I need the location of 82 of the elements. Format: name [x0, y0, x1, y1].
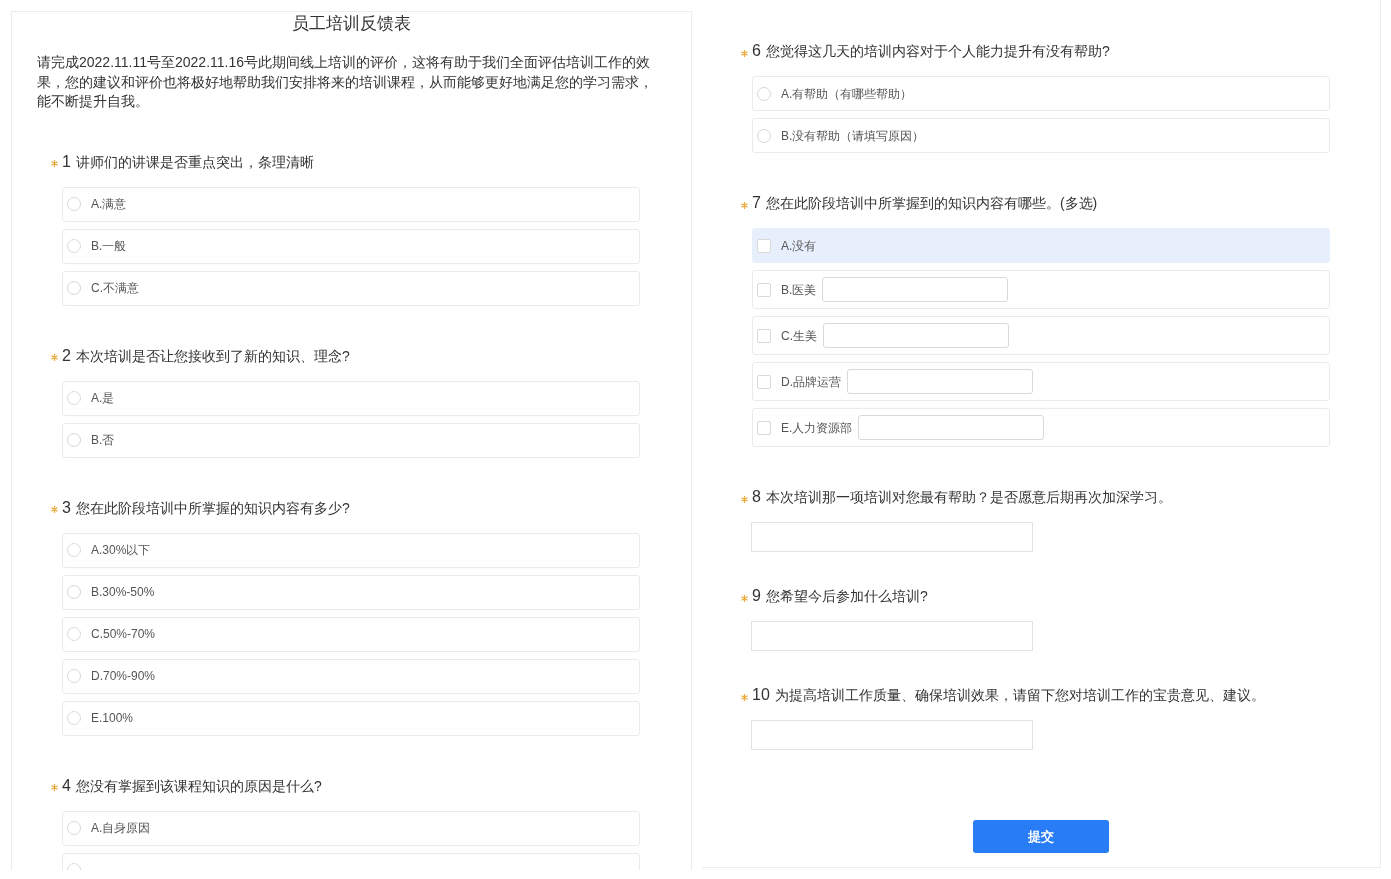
question-title: 您在此阶段培训中所掌握到的知识内容有哪些。(多选) [765, 194, 1098, 213]
checkbox[interactable] [757, 328, 771, 343]
option-label: E.人力资源部 [781, 419, 853, 436]
radio-button[interactable] [67, 239, 81, 253]
question-title: 您在此阶段培训中所掌握的知识内容有多少? [75, 498, 350, 518]
option-row[interactable]: B.否 [62, 422, 640, 458]
checkbox[interactable] [757, 374, 771, 389]
checkbox[interactable] [757, 238, 771, 253]
option-label: B.一般 [91, 238, 127, 254]
checkbox[interactable] [757, 282, 771, 297]
radio-button[interactable] [67, 821, 81, 835]
radio-button[interactable] [67, 281, 81, 295]
option-label: A.没有 [781, 237, 817, 254]
option-row[interactable]: E.人力资源部 [752, 408, 1330, 447]
option-text-field[interactable] [847, 369, 1033, 394]
question-number: 6 [752, 41, 761, 61]
option-label: B.没有帮助（请填写原因） [781, 127, 925, 144]
form-description: 请完成2022.11.11号至2022.11.16号此期间线上培训的评价，这将有助于我们全面评估培训工作的效果，您的建议和评价也将极好地帮助我们安排将来的培训课程，从而能够更好地满足您的学习需求，能不断提升自我。 [37, 53, 654, 111]
question-title: 您觉得这几天的培训内容对于个人能力提升有没有帮助? [765, 42, 1110, 61]
question-number: 7 [752, 193, 761, 213]
option-label: E.100% [91, 710, 134, 726]
option-row[interactable]: B.医美 [752, 270, 1330, 309]
question-number: 1 [62, 151, 71, 172]
radio-button[interactable] [67, 711, 81, 725]
question-title: 您没有掌握到该课程知识的原因是什么? [75, 776, 322, 796]
option-row[interactable]: A.是 [62, 380, 640, 416]
option-label: D.品牌运营 [781, 373, 841, 390]
option-label: B.否 [91, 432, 115, 448]
radio-button[interactable] [67, 627, 81, 641]
question-number: 9 [752, 586, 761, 606]
option-row[interactable]: C.不满意 [62, 270, 640, 306]
question-number: 8 [752, 487, 761, 507]
question-number: 4 [62, 775, 71, 796]
option-row[interactable]: A.满意 [62, 186, 640, 222]
option-row[interactable]: E.100% [62, 700, 640, 736]
option-row[interactable]: A.30%以下 [62, 532, 640, 568]
option-row[interactable]: C.生美 [752, 316, 1330, 355]
question-number: 2 [62, 345, 71, 366]
option-row[interactable]: B.没有帮助（请填写原因） [752, 118, 1330, 153]
question-number: 10 [752, 685, 770, 705]
question-title: 讲师们的讲课是否重点突出，条理清晰 [75, 152, 314, 172]
option-label: B.医美 [781, 281, 817, 298]
answer-field[interactable] [751, 621, 1033, 651]
answer-field[interactable] [751, 522, 1033, 552]
option-label: A.自身原因 [91, 820, 151, 836]
option-label: B.30%-50% [91, 584, 155, 600]
option-label: A.是 [91, 390, 115, 406]
question-number: 3 [62, 497, 71, 518]
option-row[interactable]: A.有帮助（有哪些帮助） [752, 76, 1330, 111]
question-title: 为提高培训工作质量、确保培训效果，请留下您对培训工作的宝贵意见、建议。 [774, 686, 1265, 705]
question-title: 本次培训那一项培训对您最有帮助？是否愿意后期再次加深学习。 [765, 488, 1172, 507]
form-title: 员工培训反馈表 [291, 13, 412, 35]
submit-button[interactable]: 提交 [973, 820, 1109, 853]
option-label: C.生美 [781, 327, 817, 344]
option-label: D.70%-90% [91, 668, 156, 684]
option-row[interactable]: A.没有 [752, 228, 1330, 263]
option-row[interactable]: B.一般 [62, 228, 640, 264]
option-text-field[interactable] [858, 415, 1045, 440]
option-text-field[interactable] [822, 277, 1009, 302]
radio-button[interactable] [67, 585, 81, 599]
option-label: C.50%-70% [91, 626, 156, 642]
radio-button[interactable] [67, 433, 81, 447]
option-row[interactable]: C.50%-70% [62, 616, 640, 652]
answer-field[interactable] [751, 720, 1033, 750]
question-title: 本次培训是否让您接收到了新的知识、理念? [75, 346, 350, 366]
radio-button[interactable] [757, 128, 771, 143]
option-text-field[interactable] [823, 323, 1009, 348]
radio-button[interactable] [67, 543, 81, 557]
radio-button[interactable] [67, 669, 81, 683]
option-row[interactable]: A.自身原因 [62, 810, 640, 846]
radio-button[interactable] [757, 86, 771, 101]
option-row[interactable]: D.70%-90% [62, 658, 640, 694]
radio-button[interactable] [67, 391, 81, 405]
option-label: A.30%以下 [91, 542, 151, 558]
option-row[interactable]: D.品牌运营 [752, 362, 1330, 401]
checkbox[interactable] [757, 420, 771, 435]
option-label: C.不满意 [91, 280, 139, 296]
radio-button[interactable] [67, 197, 81, 211]
option-label: A.有帮助（有哪些帮助） [781, 85, 913, 102]
option-row[interactable]: B.30%-50% [62, 574, 640, 610]
option-label: A.满意 [91, 196, 127, 212]
question-title: 您希望今后参加什么培训? [765, 587, 928, 606]
